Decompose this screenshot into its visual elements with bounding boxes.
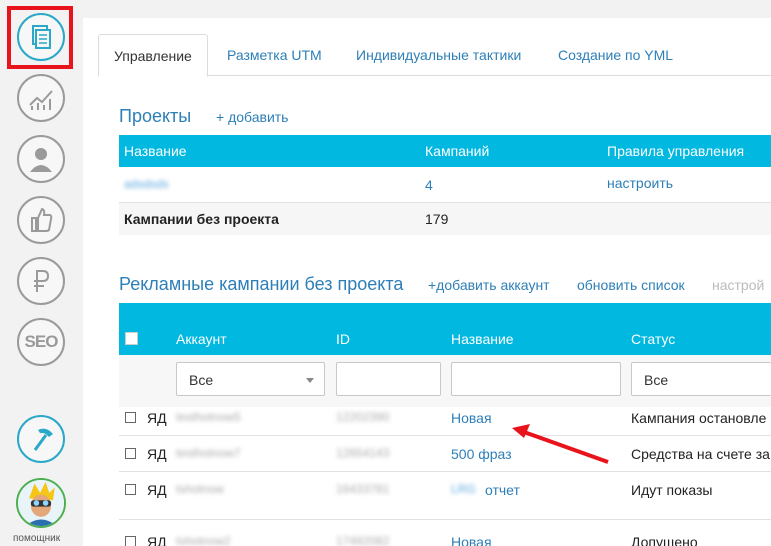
table-row: ЯД tshotnow2 17492082 Новая Допущено мод…: [119, 524, 771, 546]
no-project-count: 179: [425, 211, 449, 227]
row-checkbox[interactable]: [125, 484, 136, 495]
helper-label: помощник: [13, 533, 61, 544]
tab-individual-tactics[interactable]: Индивидуальные тактики: [356, 34, 521, 76]
ruble-icon[interactable]: [17, 257, 65, 305]
seo-icon[interactable]: SEO: [17, 318, 65, 366]
row-name-link[interactable]: отчет: [485, 482, 520, 498]
add-account-link[interactable]: +добавить аккаунт: [428, 277, 550, 293]
name-filter-input[interactable]: [451, 362, 621, 396]
id-filter-input[interactable]: [336, 362, 441, 396]
table-row: ЯД tshotnow 16433781 LRG отчет Идут пока…: [119, 472, 771, 520]
row-id: 12654143: [336, 446, 390, 460]
table-row: adsdsds 4 настроить: [119, 167, 771, 203]
table-row: Кампании без проекта 179: [119, 203, 771, 235]
row-id: 12202390: [336, 410, 390, 424]
row-type: ЯД: [147, 482, 167, 498]
projects-table-header: Название Кампаний Правила управления: [119, 135, 771, 167]
col-campaign-name: Название: [451, 331, 514, 347]
row-type: ЯД: [147, 410, 167, 426]
col-status: Статус: [631, 331, 676, 347]
row-type: ЯД: [147, 534, 167, 546]
col-name: Название: [124, 143, 187, 159]
chart-growth-icon[interactable]: [17, 74, 65, 122]
hammer-icon[interactable]: [17, 415, 65, 463]
documents-icon[interactable]: [17, 13, 65, 61]
row-checkbox[interactable]: [125, 448, 136, 459]
projects-title: Проекты: [119, 106, 192, 126]
table-row: ЯД testhotnow7 12654143 500 фраз Средств…: [119, 436, 771, 472]
col-rules: Правила управления: [607, 143, 745, 159]
row-account: tshotnow2: [176, 534, 231, 546]
helper-avatar[interactable]: [16, 478, 66, 528]
seo-label: SEO: [24, 332, 59, 351]
row-name-link[interactable]: Новая: [451, 410, 492, 426]
row-status: Допущено модератор: [631, 534, 698, 546]
main-content: Управление Разметка UTM Индивидуальные т…: [83, 18, 771, 546]
col-id: ID: [336, 331, 350, 347]
row-status: Средства на счете за: [631, 446, 770, 462]
account-filter-value: Все: [189, 372, 214, 388]
tab-management[interactable]: Управление: [98, 34, 208, 77]
row-name-link[interactable]: 500 фраз: [451, 446, 512, 462]
refresh-list-link[interactable]: обновить список: [577, 277, 685, 293]
user-icon[interactable]: [17, 135, 65, 183]
row-name-link[interactable]: Новая: [451, 534, 492, 546]
col-account: Аккаунт: [176, 331, 227, 347]
table-row: ЯД testhotnow5 12202390 Новая Кампания о…: [119, 400, 771, 436]
row-type: ЯД: [147, 446, 167, 462]
project-name-link[interactable]: adsdsds: [124, 177, 169, 191]
status-filter-value: Все: [644, 372, 669, 388]
tab-yml[interactable]: Создание по YML: [558, 34, 673, 76]
account-filter-select[interactable]: Все: [176, 362, 325, 396]
row-id: 16433781: [336, 482, 390, 496]
row-status: Идут показы: [631, 482, 713, 498]
row-checkbox[interactable]: [125, 412, 136, 423]
row-account: tshotnow: [176, 482, 225, 496]
row-name-prefix[interactable]: LRG: [451, 482, 476, 496]
no-project-label: Кампании без проекта: [124, 211, 279, 227]
sidebar: SEO помощник: [0, 0, 83, 546]
row-account: testhotnow7: [176, 446, 241, 460]
campaigns-title: Рекламные кампании без проекта: [119, 274, 404, 294]
row-status: Кампания остановле: [631, 410, 767, 426]
annotation-arrow-icon: [512, 424, 609, 464]
add-project-link[interactable]: + добавить: [216, 109, 288, 125]
row-id: 17492082: [336, 534, 390, 546]
configure-rules-link[interactable]: настроить: [607, 175, 673, 191]
tab-bar: Управление Разметка UTM Индивидуальные т…: [98, 34, 771, 77]
project-campaigns-count[interactable]: 4: [425, 177, 433, 193]
tab-utm[interactable]: Разметка UTM: [227, 34, 322, 76]
thumbs-up-icon[interactable]: [17, 196, 65, 244]
status-filter-select[interactable]: Все: [631, 362, 771, 396]
settings-link[interactable]: настрой: [712, 277, 764, 293]
select-all-checkbox[interactable]: [125, 332, 138, 345]
row-checkbox[interactable]: [125, 536, 136, 546]
row-account: testhotnow5: [176, 410, 241, 424]
col-campaigns: Кампаний: [425, 143, 490, 159]
chevron-down-icon: [306, 378, 314, 383]
